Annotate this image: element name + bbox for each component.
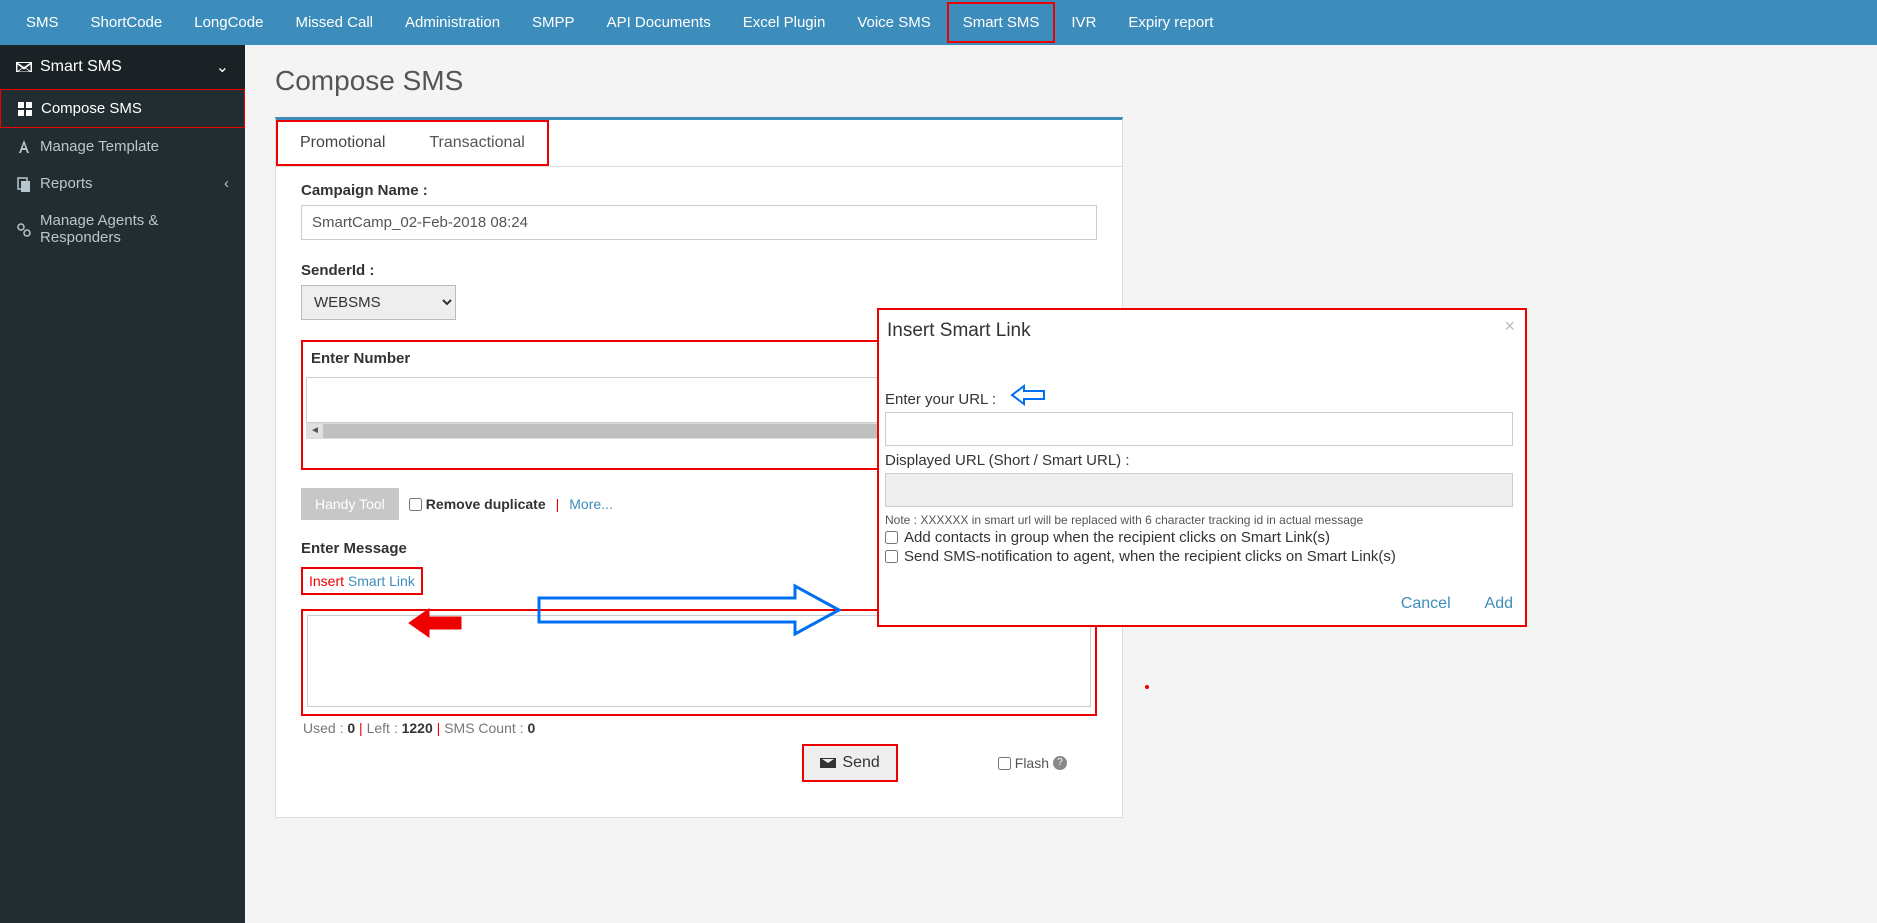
nav-ivr[interactable]: IVR xyxy=(1055,2,1112,43)
top-nav: SMSShortCodeLongCodeMissed CallAdministr… xyxy=(0,0,1877,45)
message-stats: Used : 0 | Left : 1220 | SMS Count : 0 xyxy=(301,716,1097,740)
send-notification-checkbox[interactable] xyxy=(885,550,898,563)
sidebar-item-manage-template[interactable]: Manage Template xyxy=(0,128,245,165)
nav-api-documents[interactable]: API Documents xyxy=(591,2,727,43)
tab-transactional[interactable]: Transactional xyxy=(407,122,546,164)
add-contacts-checkbox[interactable] xyxy=(885,531,898,544)
tab-promotional[interactable]: Promotional xyxy=(278,122,407,164)
cancel-button[interactable]: Cancel xyxy=(1401,595,1451,612)
nav-excel-plugin[interactable]: Excel Plugin xyxy=(727,2,842,43)
remove-duplicate-checkbox[interactable] xyxy=(409,498,422,511)
sender-id-label: SenderId : xyxy=(301,262,1097,279)
send-notification-label: Send SMS-notification to agent, when the… xyxy=(904,548,1396,565)
insert-smart-link-modal: × Insert Smart Link Enter your URL : Dis… xyxy=(877,308,1527,627)
nav-smart-sms[interactable]: Smart SMS xyxy=(947,2,1056,43)
grid-icon xyxy=(17,100,33,117)
annotation-dot xyxy=(1145,685,1149,689)
copy-icon xyxy=(16,175,32,192)
flash-label: Flash xyxy=(1015,755,1049,771)
send-button[interactable]: Send xyxy=(802,744,897,782)
sender-id-select[interactable]: WEBSMS xyxy=(301,285,456,320)
sidebar-item-manage-agents-responders[interactable]: Manage Agents & Responders xyxy=(0,202,245,256)
nav-expiry-report[interactable]: Expiry report xyxy=(1112,2,1229,43)
displayed-url-label: Displayed URL (Short / Smart URL) : xyxy=(885,452,1130,469)
nav-voice-sms[interactable]: Voice SMS xyxy=(841,2,946,43)
sidebar-item-compose-sms[interactable]: Compose SMS xyxy=(0,89,245,128)
campaign-name-label: Campaign Name : xyxy=(301,182,1097,199)
enter-url-input[interactable] xyxy=(885,412,1513,446)
page-title: Compose SMS xyxy=(275,65,1847,97)
message-textarea[interactable] xyxy=(307,615,1091,707)
nav-sms[interactable]: SMS xyxy=(10,2,75,43)
close-icon[interactable]: × xyxy=(1504,316,1515,337)
nav-shortcode[interactable]: ShortCode xyxy=(75,2,179,43)
sidebar-section-smart-sms[interactable]: Smart SMS ⌄ xyxy=(0,45,245,89)
tabs: PromotionalTransactional xyxy=(276,120,1122,167)
handy-tool-button[interactable]: Handy Tool xyxy=(301,488,399,520)
content-area: Compose SMS PromotionalTransactional Cam… xyxy=(245,45,1877,923)
sidebar: Smart SMS ⌄ Compose SMSManage TemplateRe… xyxy=(0,45,245,923)
insert-smart-link-button[interactable]: Insert Smart Link xyxy=(301,567,423,595)
add-button[interactable]: Add xyxy=(1485,595,1513,612)
add-contacts-label: Add contacts in group when the recipient… xyxy=(904,529,1330,546)
flash-checkbox[interactable] xyxy=(998,757,1011,770)
nav-missed-call[interactable]: Missed Call xyxy=(279,2,389,43)
annotation-arrow-icon xyxy=(1010,384,1046,406)
nav-administration[interactable]: Administration xyxy=(389,2,516,43)
chevron-down-icon: ⌄ xyxy=(216,57,229,77)
help-icon[interactable]: ? xyxy=(1053,756,1067,770)
font-icon xyxy=(16,138,32,155)
more-link[interactable]: More... xyxy=(569,496,613,512)
sidebar-item-reports[interactable]: Reports‹ xyxy=(0,165,245,202)
chevron-left-icon: ‹ xyxy=(224,175,229,192)
remove-duplicate-label: Remove duplicate xyxy=(426,496,546,512)
envelope-icon xyxy=(820,755,836,771)
envelope-icon xyxy=(16,59,32,75)
scroll-left-icon[interactable]: ◄ xyxy=(307,424,323,438)
modal-title: Insert Smart Link xyxy=(885,320,1513,342)
nav-longcode[interactable]: LongCode xyxy=(178,2,279,43)
displayed-url-input[interactable] xyxy=(885,473,1513,507)
gears-icon xyxy=(16,221,32,238)
enter-url-label: Enter your URL : xyxy=(885,391,996,408)
nav-smpp[interactable]: SMPP xyxy=(516,2,591,43)
sidebar-section-label: Smart SMS xyxy=(40,58,122,76)
campaign-name-input[interactable] xyxy=(301,205,1097,240)
modal-note: Note : XXXXXX in smart url will be repla… xyxy=(885,513,1513,527)
